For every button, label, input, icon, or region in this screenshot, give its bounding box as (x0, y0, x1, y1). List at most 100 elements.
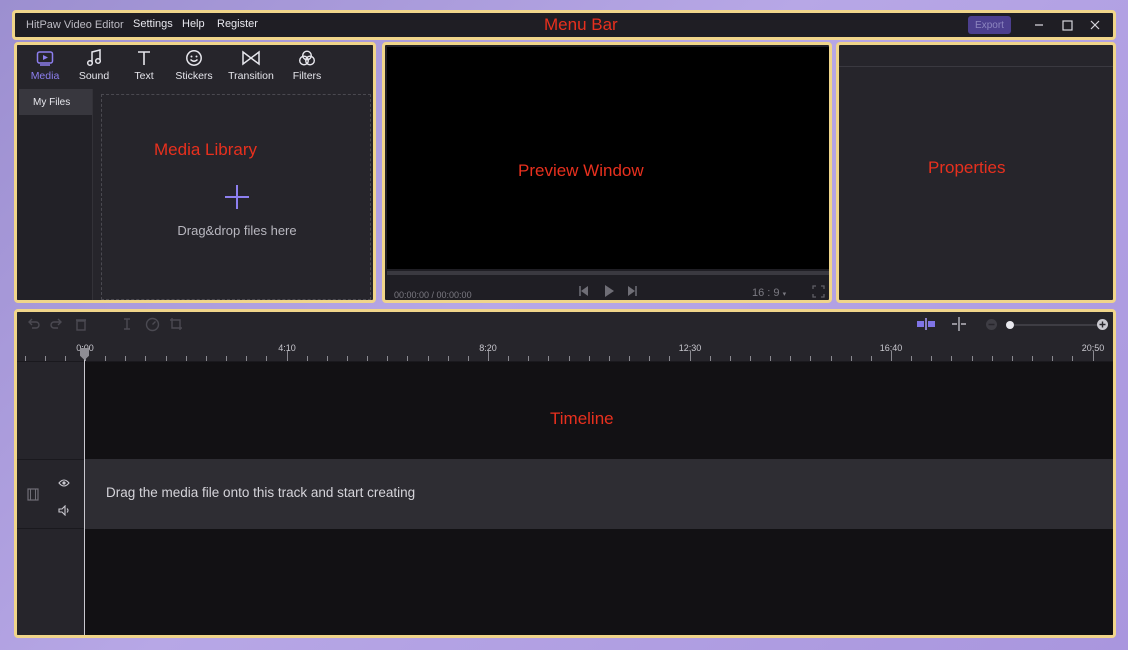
timeline-toolbar (17, 312, 1113, 338)
ruler-tick (548, 356, 549, 361)
ruler-tick (448, 356, 449, 361)
close-icon[interactable] (1086, 15, 1104, 35)
audio-track-area[interactable] (85, 529, 1113, 635)
ruler-tick (1052, 356, 1053, 361)
fullscreen-icon[interactable] (812, 285, 825, 300)
sidebar-item-my-files[interactable]: My Files (19, 89, 92, 115)
aspect-ratio-value: 16 : 9 (752, 287, 780, 299)
playhead[interactable] (84, 348, 85, 635)
previous-frame-icon[interactable] (578, 285, 590, 300)
zoom-slider[interactable] (1013, 324, 1101, 326)
undo-icon[interactable] (25, 316, 41, 332)
media-icon (36, 47, 54, 69)
tab-media[interactable]: Media (17, 47, 73, 87)
ruler-tick (226, 356, 227, 361)
speaker-icon[interactable] (58, 503, 70, 521)
ruler-tick (629, 356, 630, 361)
zoom-in-icon[interactable] (1094, 316, 1110, 332)
ruler-tick (569, 356, 570, 361)
app-title: HitPaw Video Editor (26, 19, 124, 31)
ruler-tick (307, 356, 308, 361)
menu-help[interactable]: Help (182, 18, 205, 30)
ruler-tick (508, 356, 509, 361)
filters-icon (298, 47, 316, 69)
annotation-timeline: Timeline (550, 409, 614, 428)
ruler-tick (327, 356, 328, 361)
ruler-tick (65, 356, 66, 361)
aspect-ratio-select[interactable]: 16 : 9 ▾ (752, 287, 786, 299)
redo-icon[interactable] (49, 316, 65, 332)
film-strip-icon (27, 488, 39, 506)
annotation-preview-window: Preview Window (518, 161, 644, 180)
ruler-tick (105, 356, 106, 361)
minimize-icon[interactable] (1030, 15, 1048, 35)
ruler-tick (468, 356, 469, 361)
delete-icon[interactable] (73, 316, 89, 332)
export-button[interactable]: Export (968, 16, 1011, 34)
ruler-tick (125, 356, 126, 361)
ruler-tick (710, 356, 711, 361)
tab-text-label: Text (134, 70, 154, 82)
timeline-ruler[interactable]: 0:00 4:10 8:20 12:30 16:40 20:50 (17, 338, 1113, 362)
snap-icon[interactable] (915, 316, 937, 332)
main-track-header (17, 459, 85, 529)
play-icon[interactable] (603, 285, 615, 300)
ruler-tick (911, 356, 912, 361)
ruler-tick (931, 356, 932, 361)
tab-sound-label: Sound (78, 70, 110, 82)
ruler-tick (186, 356, 187, 361)
ruler-tick (25, 356, 26, 361)
speed-icon[interactable] (144, 316, 160, 332)
ruler-tick (1072, 356, 1073, 361)
fit-timeline-icon[interactable] (951, 316, 967, 332)
ruler-tick (609, 356, 610, 361)
ruler-tick (589, 356, 590, 361)
ruler-tick (851, 356, 852, 361)
tab-filters[interactable]: Filters (279, 47, 335, 87)
preview-progress-bar[interactable] (387, 271, 829, 275)
dropzone-text: Drag&drop files here (177, 223, 297, 238)
tab-transition[interactable]: Transition (223, 47, 279, 87)
tab-text[interactable]: Text (116, 47, 172, 87)
ruler-tick (45, 356, 46, 361)
ruler-tick (266, 356, 267, 361)
properties-header (839, 45, 1113, 67)
ruler-tick (206, 356, 207, 361)
next-frame-icon[interactable] (626, 285, 638, 300)
media-library-panel: Media Sound Text Stickers Transition Fil… (14, 42, 376, 303)
ruler-tick (649, 356, 650, 361)
tab-transition-label: Transition (228, 70, 274, 82)
annotation-menu-bar: Menu Bar (544, 15, 618, 34)
tab-filters-label: Filters (292, 70, 322, 82)
ruler-tick (992, 356, 993, 361)
plus-icon[interactable] (222, 182, 252, 212)
tab-media-label: Media (30, 70, 60, 82)
split-icon[interactable] (119, 316, 135, 332)
menu-register[interactable]: Register (217, 18, 258, 30)
sticker-smiley-icon (185, 47, 203, 69)
library-sidebar: My Files (17, 89, 93, 300)
tab-sound[interactable]: Sound (66, 47, 122, 87)
ruler-tick (347, 356, 348, 361)
ruler-tick (246, 356, 247, 361)
zoom-slider-knob[interactable] (1006, 321, 1014, 329)
media-dropzone[interactable]: Drag&drop files here (101, 94, 371, 300)
ruler-tick (871, 356, 872, 361)
annotation-media-library: Media Library (154, 140, 257, 159)
ruler-tick (730, 356, 731, 361)
ruler-tick (166, 356, 167, 361)
menu-settings[interactable]: Settings (133, 18, 173, 30)
maximize-icon[interactable] (1058, 15, 1076, 35)
timeline-panel: 0:00 4:10 8:20 12:30 16:40 20:50 Drag th… (14, 309, 1116, 638)
chevron-down-icon: ▾ (782, 291, 787, 298)
eye-icon[interactable] (58, 475, 70, 493)
ruler-tick (488, 351, 489, 361)
main-track[interactable]: Drag the media file onto this track and … (85, 459, 1113, 529)
zoom-out-icon[interactable] (983, 316, 999, 332)
ruler-tick (750, 356, 751, 361)
ruler-tick (407, 356, 408, 361)
crop-icon[interactable] (168, 316, 184, 332)
ruler-tick (669, 356, 670, 361)
tab-stickers[interactable]: Stickers (166, 47, 222, 87)
ruler-tick (891, 351, 892, 361)
